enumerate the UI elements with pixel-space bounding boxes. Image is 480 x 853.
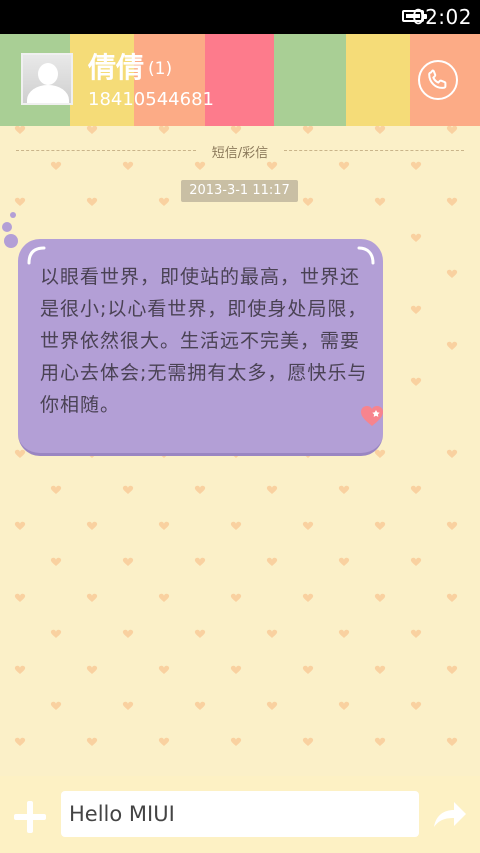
- header-stripe: [346, 34, 410, 126]
- contact-phone-number: 18410544681: [88, 89, 214, 110]
- call-button[interactable]: [418, 60, 458, 100]
- send-arrow-icon: [434, 802, 466, 827]
- avatar-shoulders-shape: [27, 85, 69, 103]
- bubble-tail-dot: [2, 222, 12, 232]
- header-stripe: [274, 34, 346, 126]
- message-timestamp: 2013-3-1 11:17: [181, 180, 298, 202]
- contact-name: 倩倩: [88, 51, 145, 84]
- header-stripe: [134, 34, 205, 126]
- send-button[interactable]: [432, 799, 468, 831]
- bubble-tail-dot: [10, 212, 16, 218]
- message-count: (1): [148, 59, 173, 79]
- add-attachment-button[interactable]: [14, 801, 46, 833]
- status-bar: 02:02: [0, 0, 480, 34]
- avatar-head-shape: [38, 63, 58, 85]
- contact-avatar[interactable]: [21, 53, 73, 105]
- phone-icon: [428, 69, 447, 89]
- message-type-label: 短信/彩信: [0, 142, 480, 161]
- message-input[interactable]: [61, 791, 419, 837]
- message-text: 以眼看世界，即使站的最高，世界还是很小;以心看世界，即使身处局限，世界依然很大。…: [40, 266, 368, 416]
- bubble-tail-dot: [4, 234, 18, 248]
- header-stripe: [205, 34, 274, 126]
- status-time: 02:02: [411, 5, 472, 29]
